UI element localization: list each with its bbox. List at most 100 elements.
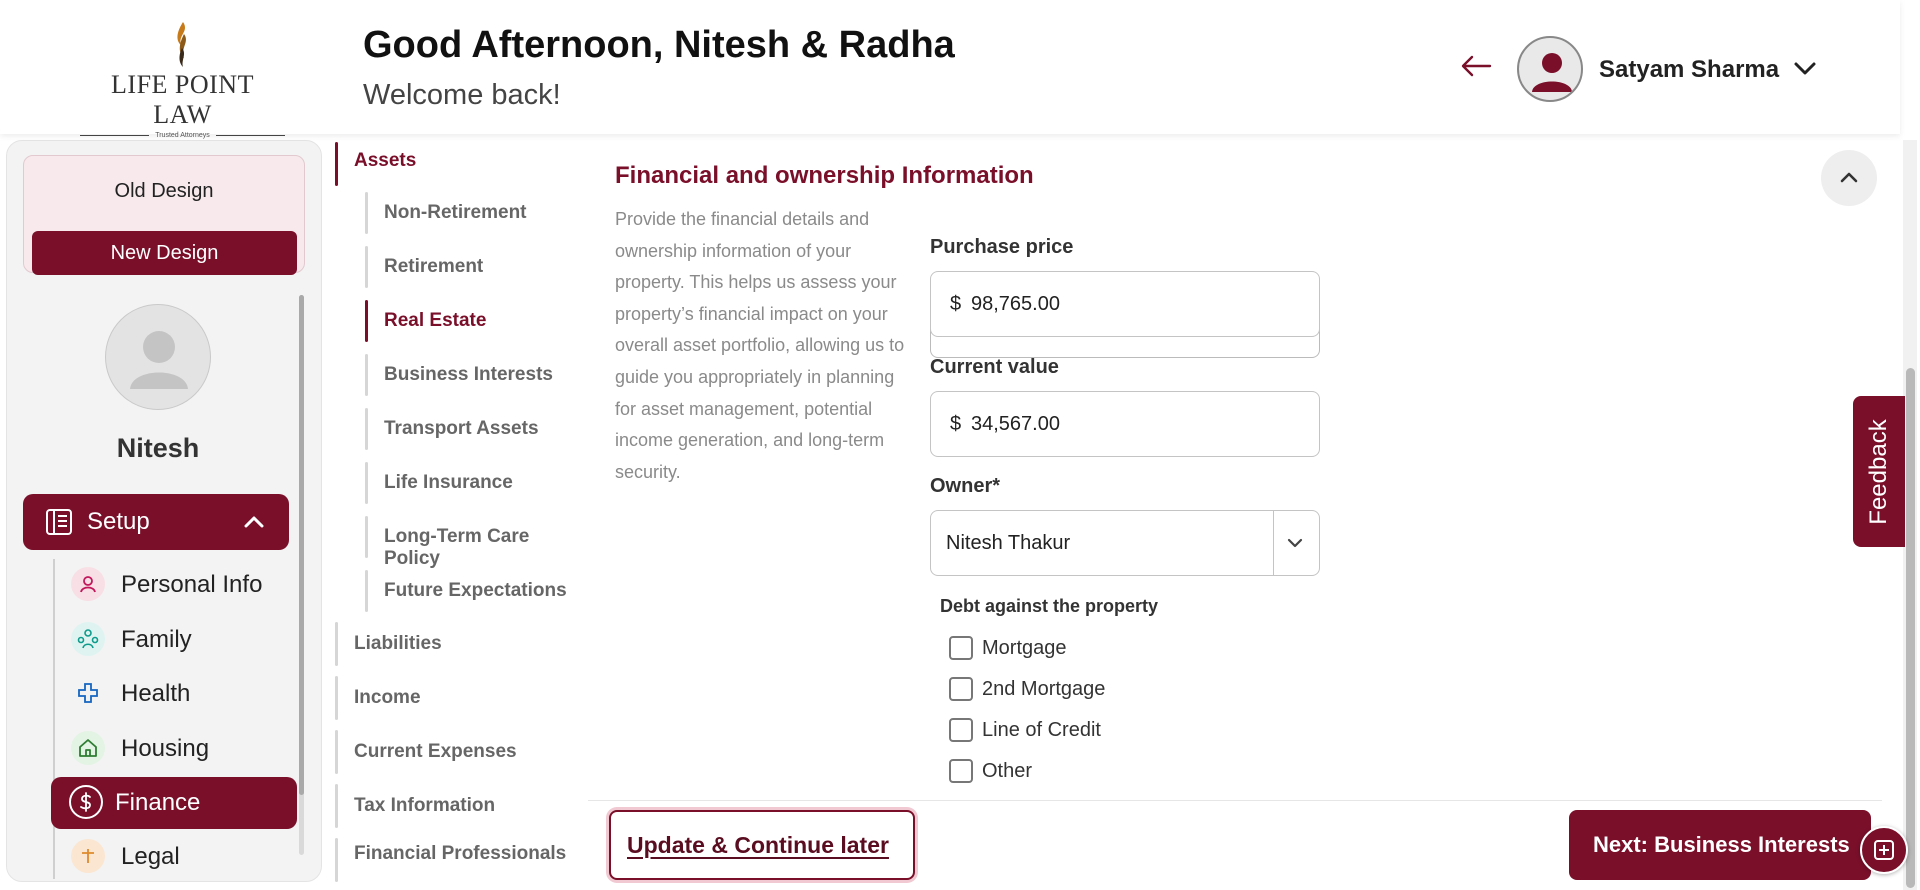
purchase-price-input[interactable]: $ 98,765.00 (930, 271, 1320, 337)
subnav-retirement[interactable]: Retirement (384, 256, 483, 278)
subnav-current-expenses[interactable]: Current Expenses (354, 741, 517, 763)
greeting: Good Afternoon, Nitesh & Radha Welcome b… (363, 24, 955, 112)
profile-name: Nitesh (116, 433, 200, 463)
subnav-bar (365, 462, 368, 504)
section-description: Provide the financial details and owners… (615, 209, 905, 482)
person-icon (71, 567, 105, 601)
debt-label: Debt against the property (940, 596, 1159, 616)
subnav-life-insurance[interactable]: Life Insurance (384, 472, 513, 494)
new-design-button[interactable]: New Design (32, 231, 297, 275)
subnav-active-bar (365, 300, 368, 342)
mortgage-checkbox[interactable] (949, 636, 973, 660)
subnav-bar (335, 784, 338, 828)
subnav-real-estate[interactable]: Real Estate (384, 310, 486, 332)
house-icon (71, 731, 105, 765)
subnav-future-expectations[interactable]: Future Expectations (384, 580, 567, 602)
subnav-tax-information[interactable]: Tax Information (354, 795, 495, 817)
old-design-button[interactable]: Old Design (24, 180, 304, 203)
subnav-liabilities[interactable]: Liabilities (354, 633, 442, 655)
second-mortgage-checkbox[interactable] (949, 677, 973, 701)
legal-icon (71, 839, 105, 873)
page-scroll-thumb[interactable] (1906, 368, 1915, 888)
subnav-non-retirement[interactable]: Non-Retirement (384, 202, 527, 224)
sidebar-item-finance[interactable]: Finance (51, 777, 297, 829)
sidebar-item-label: Family (121, 626, 192, 653)
line-of-credit-checkbox[interactable] (949, 718, 973, 742)
owner-value: Nitesh Thakur (946, 532, 1071, 554)
greeting-title: Good Afternoon, Nitesh & Radha (363, 24, 955, 66)
subnav-bar (365, 192, 368, 234)
user-silhouette-icon (1532, 53, 1572, 92)
sidebar-item-family[interactable]: Family (55, 614, 285, 666)
floating-add-button[interactable] (1860, 826, 1908, 874)
update-continue-later-button[interactable]: Update & Continue later (609, 810, 915, 880)
owner-select[interactable]: Nitesh Thakur (930, 510, 1320, 576)
second-mortgage-label[interactable]: 2nd Mortgage (982, 678, 1105, 701)
next-label: Next: Business Interests (1593, 832, 1850, 857)
chevron-down-icon[interactable] (1792, 58, 1818, 78)
profile-silhouette-icon (130, 331, 188, 389)
subnav-bar (365, 516, 368, 558)
sidebar-scroll-thumb[interactable] (299, 295, 304, 795)
main-form-card: Financial and ownership Information Prov… (588, 140, 1882, 890)
sidebar-item-label: Housing (121, 735, 210, 762)
flame-logo-icon (176, 22, 186, 67)
setup-section-toggle[interactable]: Setup (23, 494, 289, 550)
subnav-financial-professionals[interactable]: Financial Professionals (354, 843, 566, 865)
subnav-bar (335, 838, 338, 882)
subnav-bar (335, 676, 338, 720)
user-name[interactable]: Satyam Sharma (1599, 56, 1779, 84)
feedback-tab[interactable]: Feedback (1853, 396, 1905, 547)
subnav-assets[interactable]: Assets (354, 150, 416, 172)
subnav-transport-assets[interactable]: Transport Assets (384, 418, 539, 440)
subnav-long-term-care[interactable]: Long-Term Care Policy (384, 526, 586, 570)
purchase-price-value: 98,765.00 (971, 293, 1060, 315)
line-of-credit-label[interactable]: Line of Credit (982, 719, 1101, 742)
design-toggle: Old Design New Design (23, 155, 305, 275)
family-icon (71, 622, 105, 656)
header-clip (918, 196, 1338, 212)
profile-avatar (105, 304, 211, 410)
mortgage-label[interactable]: Mortgage (982, 637, 1067, 660)
setup-book-icon (46, 509, 72, 535)
current-value-value: 34,567.00 (971, 413, 1060, 435)
sidebar-item-housing[interactable]: Housing (55, 723, 285, 775)
next-business-interests-button[interactable]: Next: Business Interests (1569, 810, 1871, 880)
chevron-up-icon (1840, 172, 1858, 183)
section-title: Financial and ownership Information (615, 162, 1034, 189)
sidebar-item-label: Health (121, 680, 191, 707)
sidebar-item-health[interactable]: Health (55, 668, 285, 720)
select-separator (1273, 511, 1274, 575)
feedback-label: Feedback (1865, 418, 1892, 525)
subnav-bar (335, 730, 338, 774)
subnav-business-interests[interactable]: Business Interests (384, 364, 553, 386)
sidebar-item-label: Personal Info (121, 571, 263, 598)
left-sidebar: Old Design New Design Nitesh Setup Perso… (6, 140, 322, 882)
sidebar-item-label: Legal (121, 843, 180, 870)
owner-label: Owner* (930, 475, 1001, 497)
subnav-income[interactable]: Income (354, 687, 421, 709)
subnav-active-bar (335, 142, 338, 186)
user-avatar[interactable] (1517, 36, 1583, 102)
page-scrollbar[interactable] (1903, 140, 1917, 890)
currency-symbol: $ (950, 293, 962, 315)
brand-tagline: Trusted Attorneys (80, 132, 286, 139)
health-cross-icon (71, 676, 105, 710)
sidebar-item-legal[interactable]: Legal (55, 831, 285, 881)
subnav-bar (335, 622, 338, 666)
collapse-button[interactable] (1821, 150, 1877, 206)
other-checkbox[interactable] (949, 759, 973, 783)
back-arrow-icon[interactable] (1460, 54, 1492, 78)
current-value-label: Current value (930, 356, 1059, 378)
setup-label: Setup (87, 508, 150, 535)
finance-subnav: Assets Non-Retirement Retirement Real Es… (330, 140, 586, 890)
brand-logo[interactable]: LIFE POINT LAW Trusted Attorneys (80, 20, 286, 139)
top-header: LIFE POINT LAW Trusted Attorneys Good Af… (0, 0, 1900, 139)
other-label[interactable]: Other (982, 760, 1032, 783)
purchase-price-label: Purchase price (930, 236, 1074, 258)
chevron-down-icon[interactable] (1285, 535, 1305, 551)
update-label: Update & Continue later (627, 832, 889, 858)
subnav-bar (365, 570, 368, 612)
current-value-input[interactable]: $ 34,567.00 (930, 391, 1320, 457)
sidebar-item-personal-info[interactable]: Personal Info (55, 559, 285, 611)
